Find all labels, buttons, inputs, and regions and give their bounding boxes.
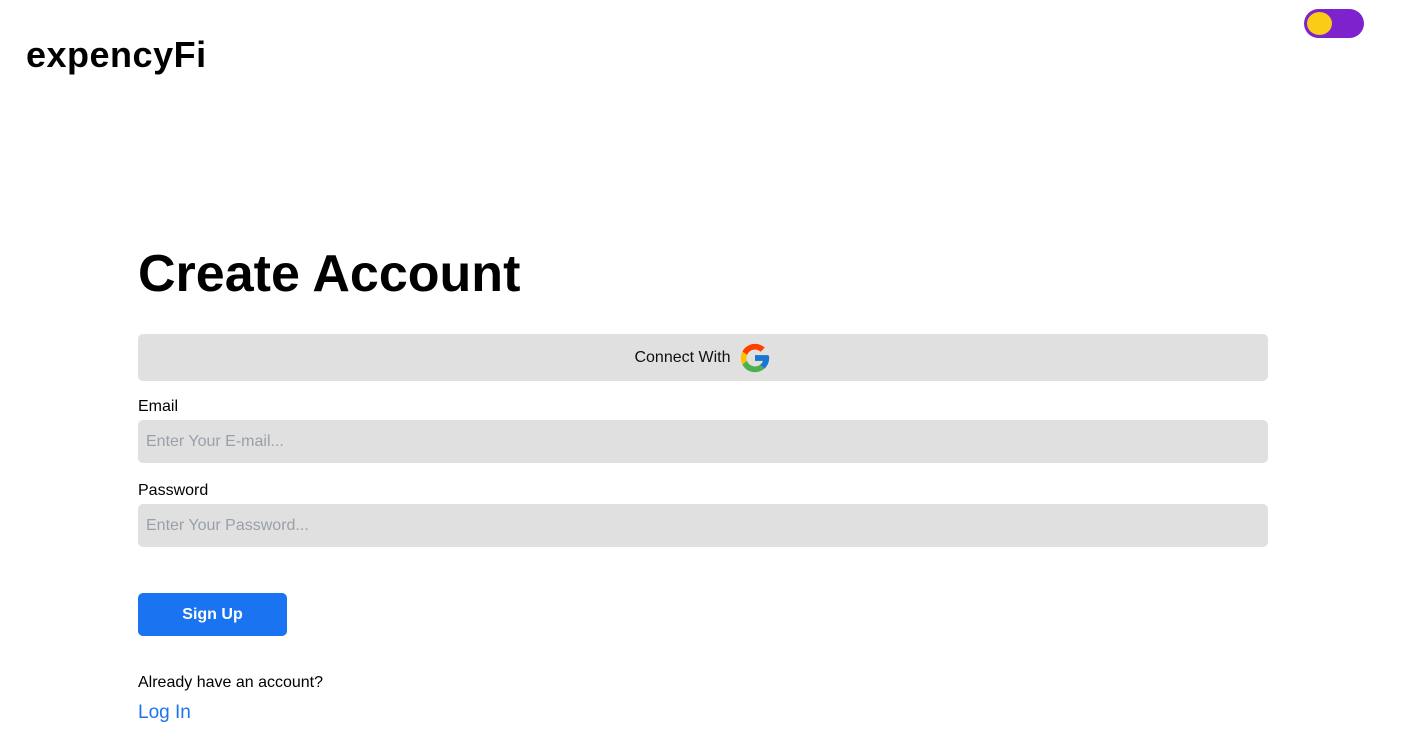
app-logo: expencyFi: [26, 34, 207, 75]
google-icon: [738, 341, 772, 375]
signup-form: Create Account Connect With Email Passwo…: [138, 240, 1268, 725]
password-label: Password: [138, 482, 209, 499]
email-field[interactable]: [138, 420, 1268, 463]
page-title: Create Account: [138, 245, 521, 303]
sign-up-button[interactable]: Sign Up: [138, 593, 287, 636]
theme-toggle-knob: [1307, 12, 1332, 35]
signup-page: expencyFi Create Account Connect With Em…: [0, 0, 1406, 751]
theme-toggle[interactable]: [1304, 9, 1364, 38]
connect-google-label: Connect With: [634, 348, 731, 366]
connect-google-button[interactable]: Connect With: [138, 334, 1268, 381]
log-in-link[interactable]: Log In: [138, 701, 191, 725]
already-have-account-text: Already have an account?: [138, 674, 324, 691]
email-label: Email: [138, 398, 179, 415]
password-field[interactable]: [138, 504, 1268, 547]
